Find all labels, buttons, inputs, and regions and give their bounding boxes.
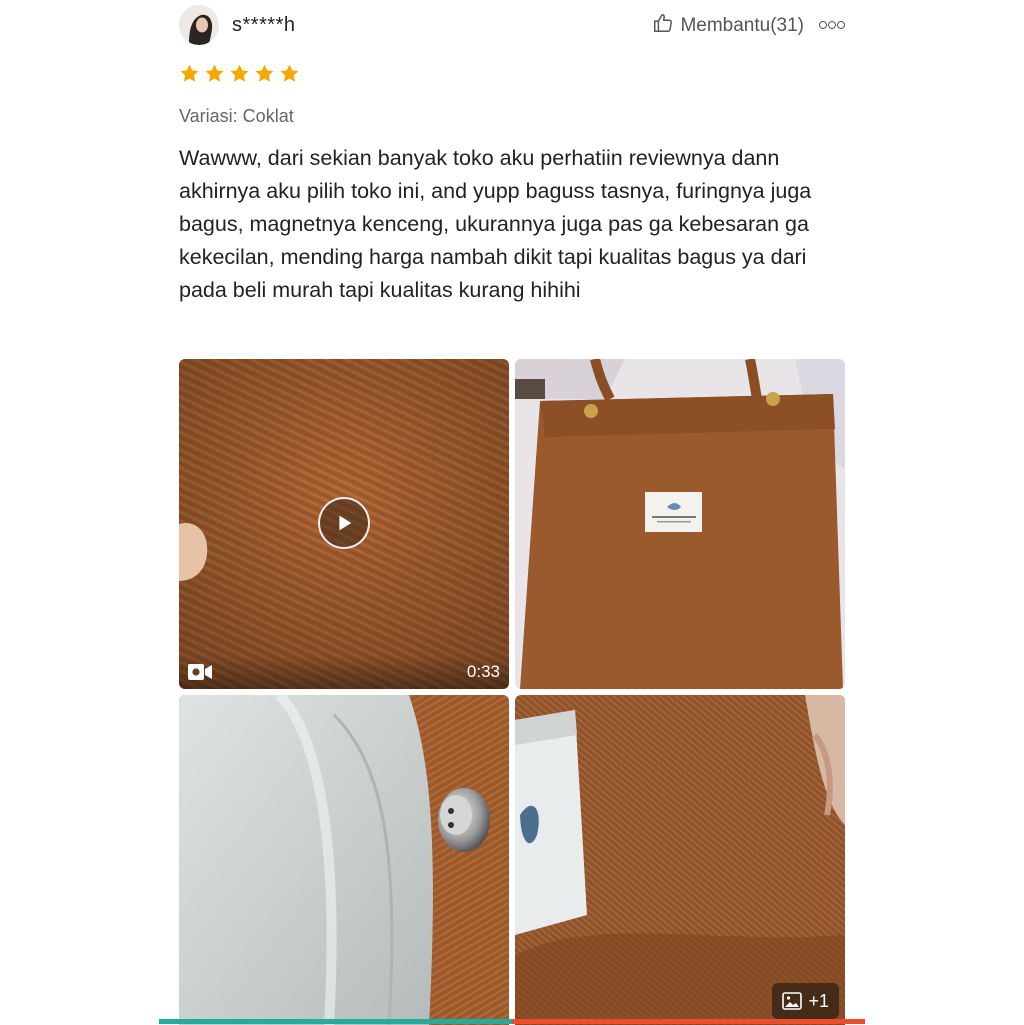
review-photo[interactable]: +1 [515, 695, 845, 1025]
video-duration: 0:33 [466, 662, 500, 681]
star-icon [205, 64, 224, 82]
more-options-icon[interactable] [819, 17, 845, 33]
video-camera-icon [187, 663, 213, 681]
helpful-button[interactable]: Membantu(31) [652, 13, 804, 39]
review-photo[interactable] [179, 695, 509, 1025]
helpful-count: Membantu(31) [680, 15, 804, 36]
star-icon [255, 64, 274, 82]
star-icon [230, 64, 249, 82]
more-photos-badge[interactable]: +1 [772, 983, 839, 1019]
thumbs-up-icon [652, 12, 674, 40]
play-icon[interactable] [318, 497, 370, 549]
loading-progress-bar [159, 1019, 865, 1024]
review-video-thumbnail[interactable]: 0:33 [179, 359, 509, 689]
review-photo[interactable] [515, 359, 845, 689]
avatar[interactable] [179, 5, 219, 45]
more-photos-count: +1 [808, 990, 829, 1011]
review-text: Wawww, dari sekian banyak toko aku perha… [179, 146, 812, 302]
variation-label: Variasi: Coklat [179, 106, 294, 126]
star-icon [280, 64, 299, 82]
username: s*****h [232, 14, 296, 36]
image-icon [782, 992, 803, 1010]
review-header: s*****h Membantu(31) [179, 5, 845, 45]
star-icon [180, 64, 199, 82]
star-rating [179, 63, 300, 84]
